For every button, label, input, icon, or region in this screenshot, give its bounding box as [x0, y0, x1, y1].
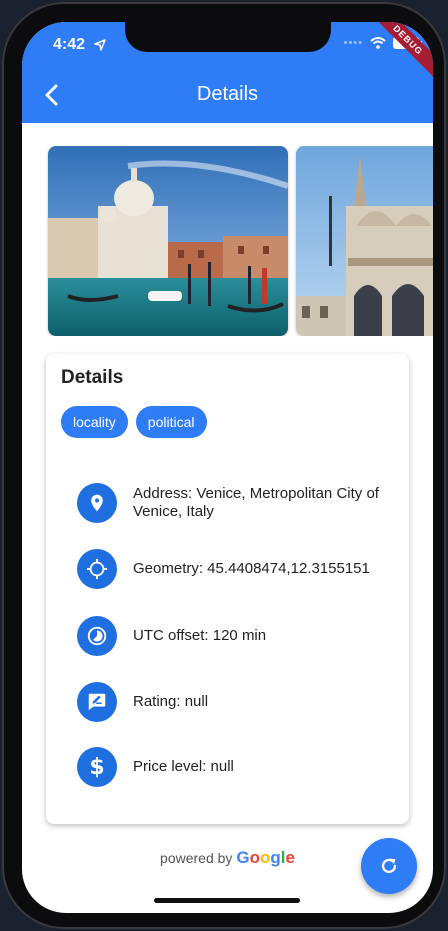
chip-political[interactable]: political: [135, 406, 207, 438]
rate-review-icon: [77, 682, 117, 722]
refresh-icon: [381, 858, 397, 874]
rating-text: Rating: null: [133, 693, 209, 710]
details-card: Details locality political Address: Veni…: [46, 354, 409, 824]
clock-icon: [77, 616, 117, 656]
photo-st-marks-basilica[interactable]: [296, 146, 433, 336]
google-logo: Google: [236, 848, 295, 867]
app-bar: 4:42 •••• DEBUG Details: [22, 22, 433, 123]
page-title: Details: [196, 83, 259, 105]
status-time: 4:42: [53, 36, 86, 53]
info-row-utc-offset: UTC offset: 120 min: [77, 616, 395, 656]
info-row-geometry: Geometry: 45.4408474,12.3155151: [77, 549, 395, 589]
wifi-icon: [370, 37, 386, 49]
phone-frame: 4:42 •••• DEBUG Details Details locality…: [2, 2, 446, 929]
photo-venice-canal[interactable]: [48, 146, 288, 336]
screen: 4:42 •••• DEBUG Details Details locality…: [22, 22, 433, 913]
address-text: Address: Venice, Metropolitan City of Ve…: [133, 485, 379, 520]
utc-offset-text: UTC offset: 120 min: [133, 627, 267, 644]
photo-gallery[interactable]: [46, 146, 433, 336]
type-chips: locality political: [61, 406, 207, 438]
crosshair-icon: [77, 549, 117, 589]
chip-locality[interactable]: locality: [61, 406, 128, 438]
location-pin-icon: [77, 483, 117, 523]
info-row-price-level: $ Price level: null: [77, 747, 395, 787]
debug-banner: DEBUG: [370, 22, 433, 78]
signal-icon: ••••: [343, 37, 363, 49]
location-arrow-icon: [94, 39, 106, 51]
price-level-text: Price level: null: [133, 758, 234, 775]
home-indicator[interactable]: [154, 898, 300, 903]
info-row-rating: Rating: null: [77, 682, 395, 722]
notch: [125, 22, 331, 52]
info-row-address: Address: Venice, Metropolitan City of Ve…: [77, 483, 395, 523]
powered-by-text: powered by: [160, 850, 233, 866]
refresh-button[interactable]: [361, 838, 417, 894]
dollar-icon: $: [77, 747, 117, 787]
details-heading: Details: [61, 367, 124, 388]
geometry-text: Geometry: 45.4408474,12.3155151: [133, 560, 370, 577]
